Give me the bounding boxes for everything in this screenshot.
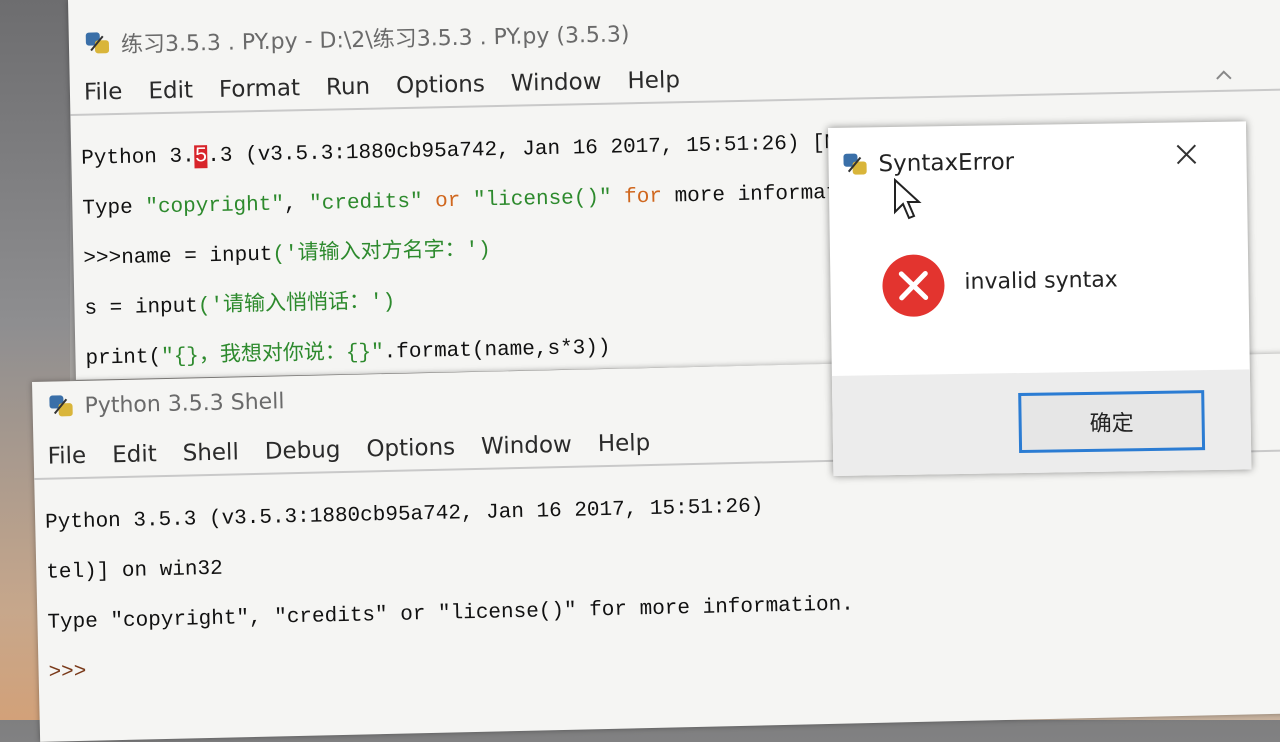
syntax-error-dialog: SyntaxError invalid syntax 确定: [828, 121, 1252, 476]
dialog-message: invalid syntax: [964, 267, 1118, 295]
menu-format[interactable]: Format: [219, 75, 301, 103]
editor-titlebar[interactable]: 练习3.5.3 . PY.py - D:\2\练习3.5.3 . PY.py (…: [69, 3, 1280, 60]
maximize-icon[interactable]: [1076, 0, 1099, 5]
dialog-title: SyntaxError: [878, 149, 1015, 178]
dialog-titlebar[interactable]: SyntaxError: [840, 147, 1014, 180]
menu-run[interactable]: Run: [326, 74, 371, 101]
python-icon: [46, 391, 77, 422]
python-icon: [840, 149, 870, 179]
python-icon: [83, 28, 114, 59]
menu-options[interactable]: Options: [396, 71, 485, 99]
menu-window[interactable]: Window: [511, 69, 602, 97]
shell-output-area[interactable]: Python 3.5.3 (v3.5.3:1880cb95a742, Jan 1…: [44, 459, 1249, 726]
shell-title: Python 3.5.3 Shell: [84, 388, 285, 419]
error-icon: [882, 254, 945, 318]
menu-edit[interactable]: Edit: [148, 77, 193, 104]
ok-button[interactable]: 确定: [1018, 390, 1206, 454]
menu-file[interactable]: File: [84, 79, 123, 106]
menu-shell[interactable]: Shell: [182, 439, 239, 466]
shell-prompt: >>>: [48, 660, 87, 685]
text-cursor-highlight: 5: [194, 145, 208, 169]
menu-options[interactable]: Options: [366, 434, 455, 462]
menu-debug[interactable]: Debug: [265, 437, 341, 465]
menu-edit[interactable]: Edit: [112, 441, 157, 468]
menu-help[interactable]: Help: [627, 67, 680, 94]
menu-window[interactable]: Window: [481, 432, 572, 460]
shell-line-1: Python 3.5.3 (v3.5.3:1880cb95a742, Jan 1…: [44, 495, 764, 535]
menu-file[interactable]: File: [47, 443, 86, 470]
editor-menubar: File Edit Format Run Options Window Help: [70, 55, 1280, 106]
close-icon[interactable]: [1174, 142, 1198, 171]
close-icon[interactable]: [1172, 0, 1197, 1]
mouse-cursor-icon: [893, 177, 923, 227]
shell-line-3: Type "copyright", "credits" or "license(…: [47, 593, 855, 635]
shell-line-2: tel)] on win32: [46, 557, 223, 585]
menu-help[interactable]: Help: [597, 430, 650, 457]
scroll-up-icon[interactable]: [1214, 62, 1235, 88]
editor-title: 练习3.5.3 . PY.py - D:\2\练习3.5.3 . PY.py (…: [120, 22, 630, 58]
